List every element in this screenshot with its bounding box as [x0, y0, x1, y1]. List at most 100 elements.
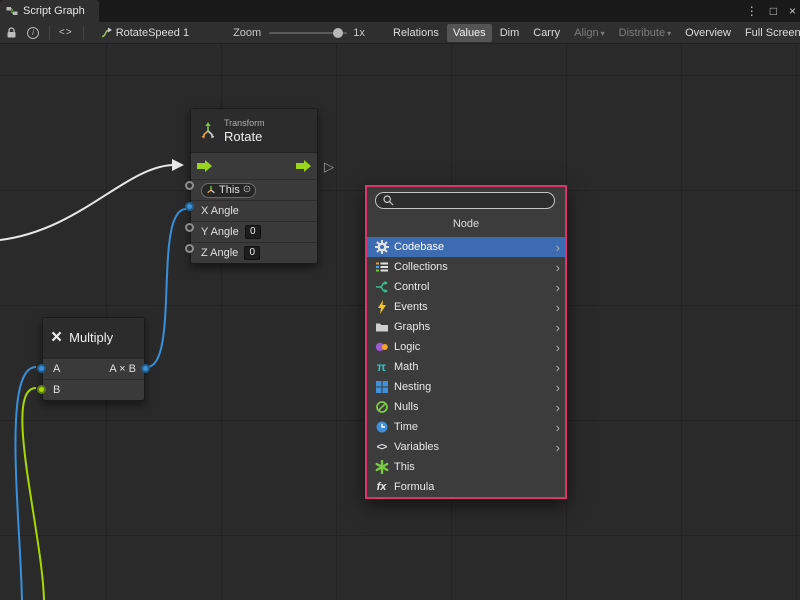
- finder-item-label: Nesting: [394, 381, 431, 393]
- finder-item-nulls[interactable]: Nulls ›: [367, 397, 565, 417]
- this-label: This: [219, 184, 240, 196]
- chevron-right-icon: ›: [556, 321, 560, 334]
- input-b-label: B: [53, 384, 60, 396]
- zoom-slider[interactable]: [269, 27, 347, 39]
- z-angle-port[interactable]: [185, 244, 194, 253]
- info-icon[interactable]: i: [27, 27, 39, 39]
- branch-icon: [374, 280, 389, 294]
- row-b: B: [43, 379, 144, 400]
- target-picker-icon[interactable]: ⊙: [243, 185, 251, 195]
- input-a-label: A: [53, 363, 60, 375]
- this-row: This ⊙: [191, 179, 317, 200]
- carry-button[interactable]: Carry: [527, 24, 566, 42]
- finder-item-graphs[interactable]: Graphs ›: [367, 317, 565, 337]
- align-label: Align: [574, 27, 598, 39]
- chevron-right-icon: ›: [556, 241, 560, 254]
- finder-item-label: Control: [394, 281, 429, 293]
- finder-item-label: Events: [394, 301, 428, 313]
- chevron-right-icon: ›: [556, 341, 560, 354]
- multiply-node-header[interactable]: × Multiply: [43, 318, 144, 358]
- finder-item-control[interactable]: Control ›: [367, 277, 565, 297]
- y-angle-port[interactable]: [185, 223, 194, 232]
- script-graph-icon: [6, 5, 18, 17]
- zoom-label: Zoom: [233, 27, 261, 39]
- b-input-port[interactable]: [37, 385, 46, 394]
- toolbar-buttons: Relations Values Dim Carry Align▾ Distri…: [387, 22, 800, 44]
- finder-item-label: Formula: [394, 481, 434, 493]
- align-button[interactable]: Align▾: [568, 24, 610, 42]
- window-menu-icon[interactable]: ⋮: [746, 4, 758, 18]
- finder-item-events[interactable]: Events ›: [367, 297, 565, 317]
- toolbar-divider: [49, 26, 50, 40]
- chevron-right-icon: ›: [556, 301, 560, 314]
- tab-bar: Script Graph ⋮ □ ×: [0, 0, 800, 22]
- finder-list: Codebase › Collections › Control ›: [367, 237, 565, 497]
- graph-name: RotateSpeed 1: [116, 27, 189, 39]
- zoom-slider-handle[interactable]: [333, 28, 343, 38]
- clock-icon: [374, 420, 389, 434]
- null-icon: [374, 400, 389, 414]
- graph-breadcrumb[interactable]: RotateSpeed 1: [100, 27, 189, 39]
- relations-button[interactable]: Relations: [387, 24, 445, 42]
- list-icon: [374, 260, 389, 274]
- finder-item-collections[interactable]: Collections ›: [367, 257, 565, 277]
- rotate-node[interactable]: Transform Rotate This ⊙: [190, 108, 318, 264]
- maximize-icon[interactable]: □: [770, 4, 777, 18]
- code-preview-icon[interactable]: <>: [59, 27, 73, 38]
- dropdown-arrow-icon: ▾: [667, 29, 671, 38]
- x-angle-port[interactable]: [185, 202, 194, 211]
- distribute-button[interactable]: Distribute▾: [613, 24, 677, 42]
- product-output-port[interactable]: [141, 364, 150, 373]
- node-category: Transform: [224, 118, 265, 129]
- this-port[interactable]: [185, 181, 194, 190]
- wire-to-input-a[interactable]: [15, 367, 36, 600]
- overview-button[interactable]: Overview: [679, 24, 737, 42]
- dropdown-arrow-icon: ▾: [601, 29, 605, 38]
- search-input[interactable]: [398, 195, 547, 207]
- flow-row: [191, 153, 317, 179]
- z-angle-label: Z Angle: [201, 247, 238, 259]
- formula-icon: fx: [374, 481, 389, 493]
- flow-wire[interactable]: [0, 165, 172, 240]
- node-title: Rotate: [224, 129, 265, 144]
- finder-item-label: Logic: [394, 341, 420, 353]
- rotate-node-header[interactable]: Transform Rotate: [191, 109, 317, 153]
- finder-item-logic[interactable]: Logic ›: [367, 337, 565, 357]
- multiply-node[interactable]: × Multiply A A × B B: [42, 317, 145, 401]
- finder-item-label: Variables: [394, 441, 439, 453]
- chevron-right-icon: ›: [556, 381, 560, 394]
- lock-icon[interactable]: [6, 27, 17, 39]
- z-angle-input[interactable]: 0: [244, 246, 260, 260]
- finder-item-label: Codebase: [394, 241, 444, 253]
- tab-script-graph[interactable]: Script Graph: [0, 0, 99, 22]
- chevron-right-icon: ›: [556, 281, 560, 294]
- finder-item-math[interactable]: π Math ›: [367, 357, 565, 377]
- values-button[interactable]: Values: [447, 24, 492, 42]
- dim-button[interactable]: Dim: [494, 24, 526, 42]
- search-box[interactable]: [375, 192, 555, 209]
- this-object-picker[interactable]: This ⊙: [201, 183, 256, 198]
- wire-to-input-b[interactable]: [22, 388, 44, 600]
- close-icon[interactable]: ×: [789, 4, 796, 18]
- fullscreen-button[interactable]: Full Screen: [739, 24, 800, 42]
- finder-item-variables[interactable]: <> Variables ›: [367, 437, 565, 457]
- node-title: Multiply: [69, 330, 113, 345]
- search-icon: [383, 195, 394, 206]
- flow-in-port[interactable]: [197, 160, 212, 172]
- flow-out-port[interactable]: [296, 160, 311, 172]
- finder-item-time[interactable]: Time ›: [367, 417, 565, 437]
- finder-item-nesting[interactable]: Nesting ›: [367, 377, 565, 397]
- zoom-value: 1x: [353, 27, 365, 39]
- distribute-label: Distribute: [619, 27, 665, 39]
- a-input-port[interactable]: [37, 364, 46, 373]
- finder-item-codebase[interactable]: Codebase ›: [367, 237, 565, 257]
- finder-item-this[interactable]: This: [367, 457, 565, 477]
- finder-item-label: Graphs: [394, 321, 430, 333]
- finder-item-formula[interactable]: fx Formula: [367, 477, 565, 497]
- finder-item-label: Math: [394, 361, 418, 373]
- graph-canvas[interactable]: Transform Rotate This ⊙: [0, 44, 800, 600]
- y-angle-input[interactable]: 0: [245, 225, 261, 239]
- star-icon: [374, 460, 389, 474]
- wire-multiply-to-x-angle[interactable]: [147, 209, 186, 367]
- lightning-icon: [374, 300, 389, 314]
